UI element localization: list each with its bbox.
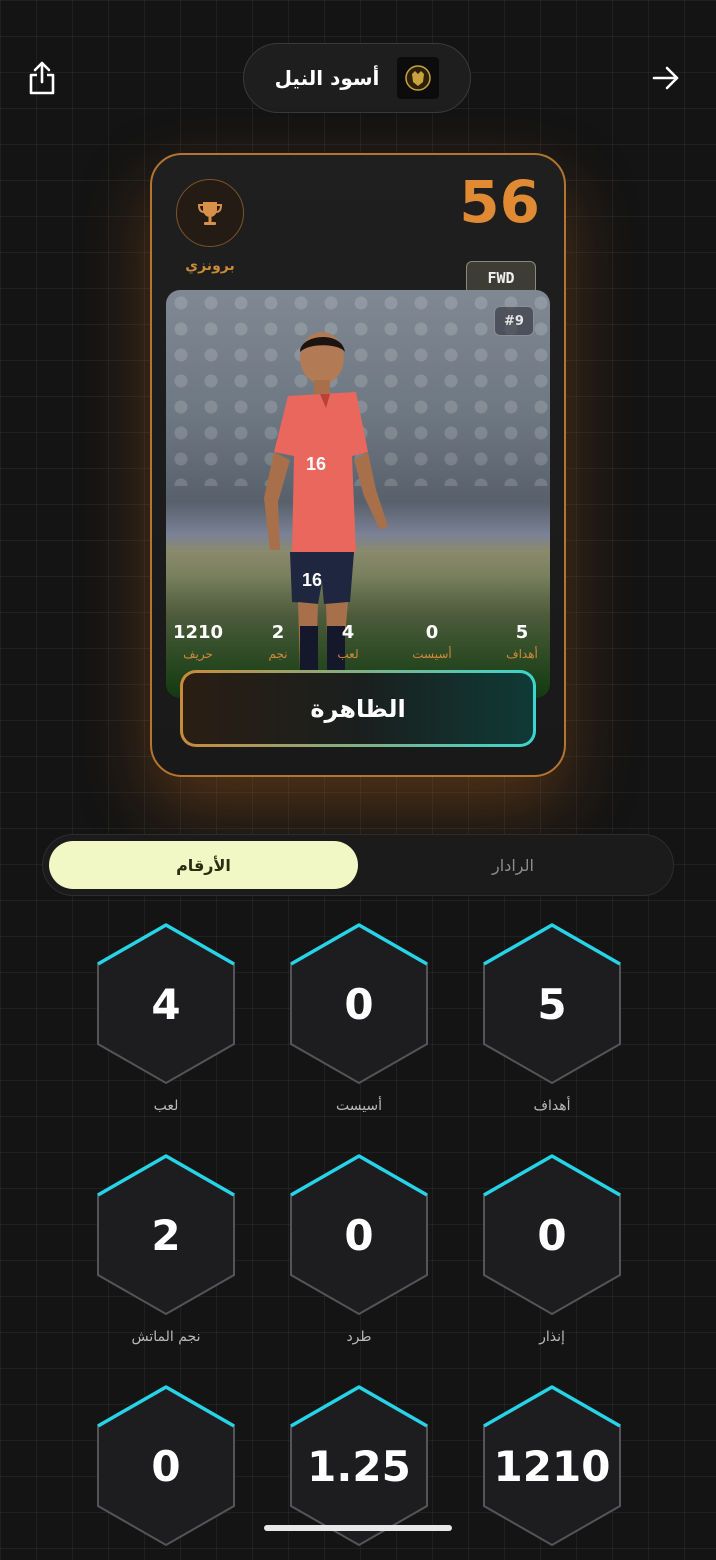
- stat-value: 0: [344, 1210, 374, 1260]
- stat-label: أسيست: [335, 1098, 383, 1114]
- stat-value: 0: [537, 1210, 567, 1260]
- stat-value: 0: [344, 979, 374, 1029]
- jersey-number-badge: #9: [494, 306, 534, 336]
- team-selector[interactable]: أسود النيل: [243, 43, 471, 113]
- lion-crest-icon: [397, 57, 440, 99]
- shorts-number: 16: [302, 570, 322, 590]
- hex-badge: 0: [287, 922, 431, 1086]
- hex-badge: 1.25: [287, 1384, 431, 1548]
- mini-stat-skill: 1210 حريف: [158, 622, 238, 661]
- mini-stat-label: نجم: [268, 647, 288, 661]
- hex-badge: 2: [94, 1153, 238, 1317]
- back-button[interactable]: [644, 56, 688, 100]
- mini-stat-played: 4 لعب: [308, 622, 388, 661]
- mini-stat-value: 1210: [172, 622, 224, 643]
- stat-label: إنذار: [539, 1329, 565, 1345]
- hex-badge: 4: [94, 922, 238, 1086]
- share-button[interactable]: [20, 56, 64, 100]
- stat-played: 4 لعب: [94, 922, 238, 1114]
- stat-value: 2: [151, 1210, 181, 1260]
- home-indicator[interactable]: [264, 1525, 452, 1531]
- team-name: أسود النيل: [274, 66, 380, 90]
- stat-label: نجم الماتش: [131, 1329, 201, 1345]
- player-name-plate: الظاهرة: [180, 670, 536, 747]
- stat-skill: 1210: [480, 1384, 624, 1560]
- stat-value: 0: [151, 1441, 181, 1491]
- mini-stat-value: 5: [515, 622, 529, 643]
- stat-label: طرد: [346, 1329, 372, 1345]
- stat-value: 5: [537, 979, 567, 1029]
- mini-stat-value: 2: [271, 622, 285, 643]
- arrow-right-icon: [652, 66, 679, 90]
- hex-badge: 0: [287, 1153, 431, 1317]
- mini-stat-value: 4: [341, 622, 355, 643]
- tab-radar[interactable]: الرادار: [358, 841, 668, 889]
- mini-stat-label: أسيست: [412, 647, 452, 661]
- stat-label: أهداف: [533, 1098, 571, 1114]
- mini-stat-star: 2 نجم: [238, 622, 318, 661]
- hex-badge: 0: [480, 1153, 624, 1317]
- stat-man-of-match: 2 نجم الماتش: [94, 1153, 238, 1345]
- stat-yellow-cards: 0 إنذار: [480, 1153, 624, 1345]
- mini-stat-label: أهداف: [506, 647, 538, 661]
- stat-extra: 0: [94, 1384, 238, 1560]
- mini-stat-label: لعب: [337, 647, 359, 661]
- stat-red-cards: 0 طرد: [287, 1153, 431, 1345]
- stat-goals: 5 أهداف: [480, 922, 624, 1114]
- player-figure: 16 16: [264, 332, 388, 670]
- share-icon: [29, 61, 55, 95]
- tab-numbers[interactable]: الأرقام: [49, 841, 358, 889]
- shirt-number: 16: [306, 454, 326, 474]
- stat-value: 1210: [493, 1441, 611, 1491]
- hex-badge: 1210: [480, 1384, 624, 1548]
- stat-rating: 1.25: [287, 1384, 431, 1560]
- mini-stat-label: حريف: [183, 647, 213, 661]
- tier-label: برونزي: [185, 258, 235, 274]
- mini-stat-value: 0: [425, 622, 439, 643]
- player-rating: 56: [459, 168, 540, 236]
- mini-stat-goals: 5 أهداف: [482, 622, 562, 661]
- trophy-icon: [197, 202, 223, 225]
- stat-value: 1.25: [307, 1441, 411, 1491]
- mini-stat-assists: 0 أسيست: [392, 622, 472, 661]
- stat-assists: 0 أسيست: [287, 922, 431, 1114]
- hex-badge: 0: [94, 1384, 238, 1548]
- stat-value: 4: [151, 979, 181, 1029]
- tier-badge: [176, 179, 244, 247]
- hex-badge: 5: [480, 922, 624, 1086]
- stat-label: لعب: [153, 1098, 179, 1114]
